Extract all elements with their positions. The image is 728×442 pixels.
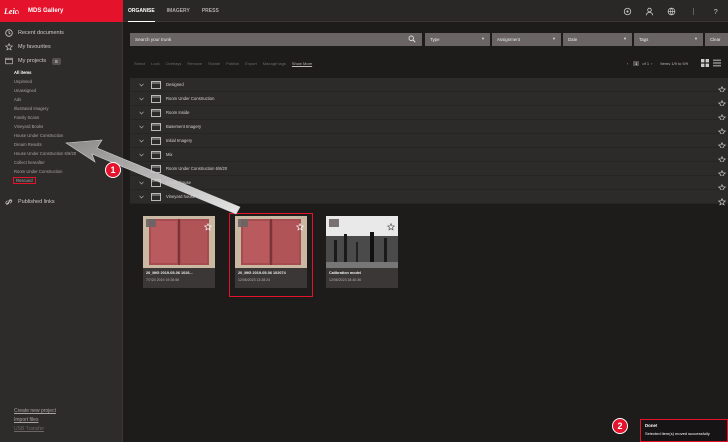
- step-callout-2: 2: [612, 418, 628, 434]
- app-window: Leica MDS Gallery Recent documents My fa…: [0, 0, 728, 442]
- drag-arrow: [65, 139, 241, 215]
- success-toast: Done! Selected item(s) moved successfull…: [640, 419, 728, 442]
- toast-message: Selected item(s) moved successfully: [645, 431, 710, 436]
- toast-title: Done!: [645, 423, 658, 428]
- step-callout-1: 1: [105, 162, 121, 178]
